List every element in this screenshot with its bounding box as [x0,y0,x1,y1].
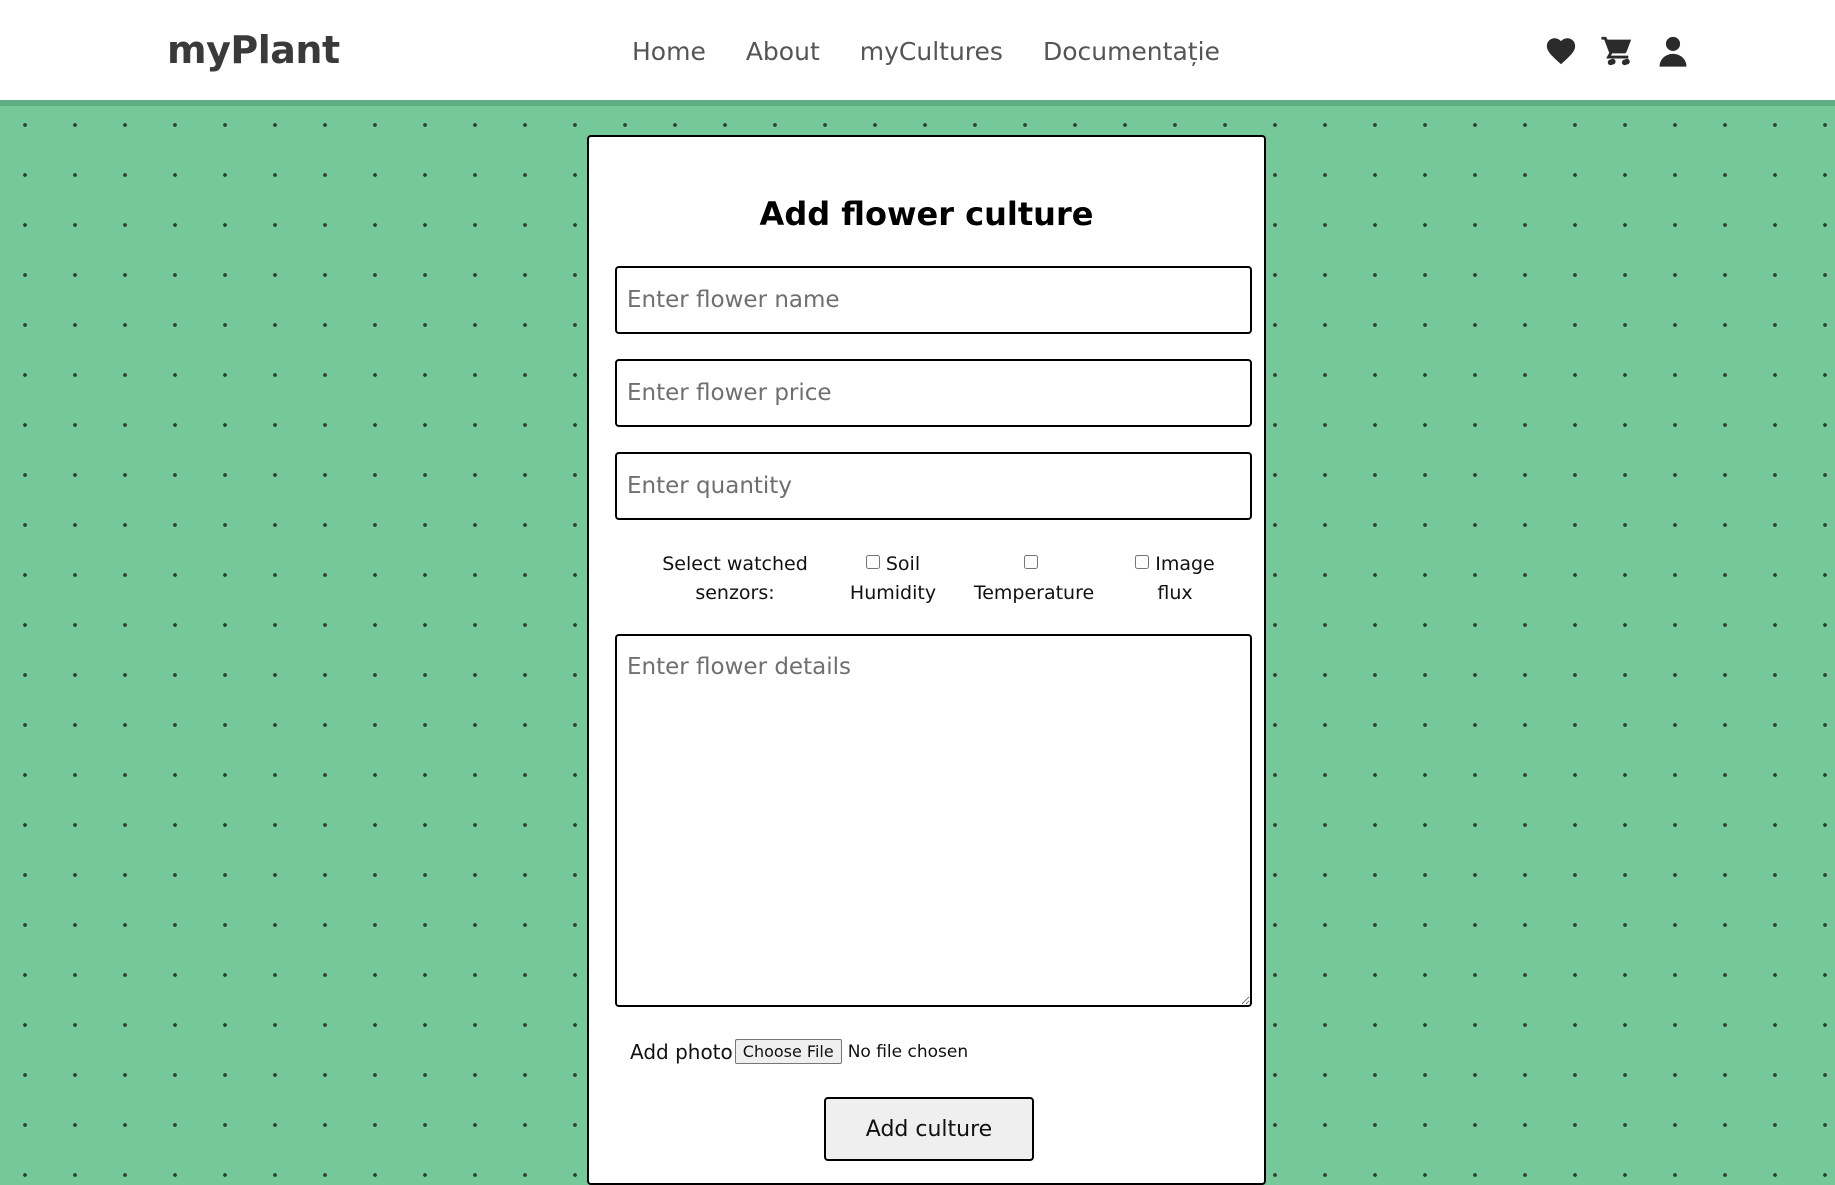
sensor-selection: Select watched senzors: Soil Humidity Te… [615,550,1252,620]
sensor-image-flux[interactable]: Image flux [1129,550,1221,608]
soil-humidity-checkbox[interactable] [865,555,880,569]
top-navbar: myPlant Home About myCultures Documentaț… [0,0,1835,106]
sensor-temperature-label: Temperature [973,582,1095,604]
nav-documentatie[interactable]: Documentație [1043,37,1220,66]
site-logo[interactable]: myPlant [167,28,340,72]
flower-details-textarea[interactable] [615,634,1252,1007]
nav-home[interactable]: Home [632,37,706,66]
add-culture-form: Add flower culture Select watched senzor… [587,135,1266,1185]
sensor-soil-humidity-label: Soil Humidity [849,553,937,604]
flower-price-input[interactable] [615,359,1252,427]
quantity-input[interactable] [615,452,1252,520]
add-photo-row: Add photo Choose File No file chosen [630,1039,968,1064]
main-nav: Home About myCultures Documentație [632,37,1220,66]
sensor-image-flux-label: Image flux [1155,553,1215,604]
add-culture-button[interactable]: Add culture [824,1097,1034,1161]
sensor-soil-humidity[interactable]: Soil Humidity [843,550,943,608]
sensors-label: Select watched senzors: [662,553,808,604]
image-flux-checkbox[interactable] [1135,555,1150,569]
nav-icons [1544,34,1690,68]
choose-file-button[interactable]: Choose File [734,1039,842,1064]
form-title: Add flower culture [759,195,1094,233]
user-icon[interactable] [1656,34,1690,68]
heart-icon[interactable] [1544,34,1578,68]
add-photo-label: Add photo [630,1039,733,1064]
sensor-temperature[interactable]: Temperature [967,550,1101,608]
file-status: No file chosen [847,1041,969,1062]
nav-mycultures[interactable]: myCultures [860,37,1003,66]
cart-icon[interactable] [1600,34,1634,68]
nav-about[interactable]: About [746,37,820,66]
flower-name-input[interactable] [615,266,1252,334]
temperature-checkbox[interactable] [1024,555,1038,569]
